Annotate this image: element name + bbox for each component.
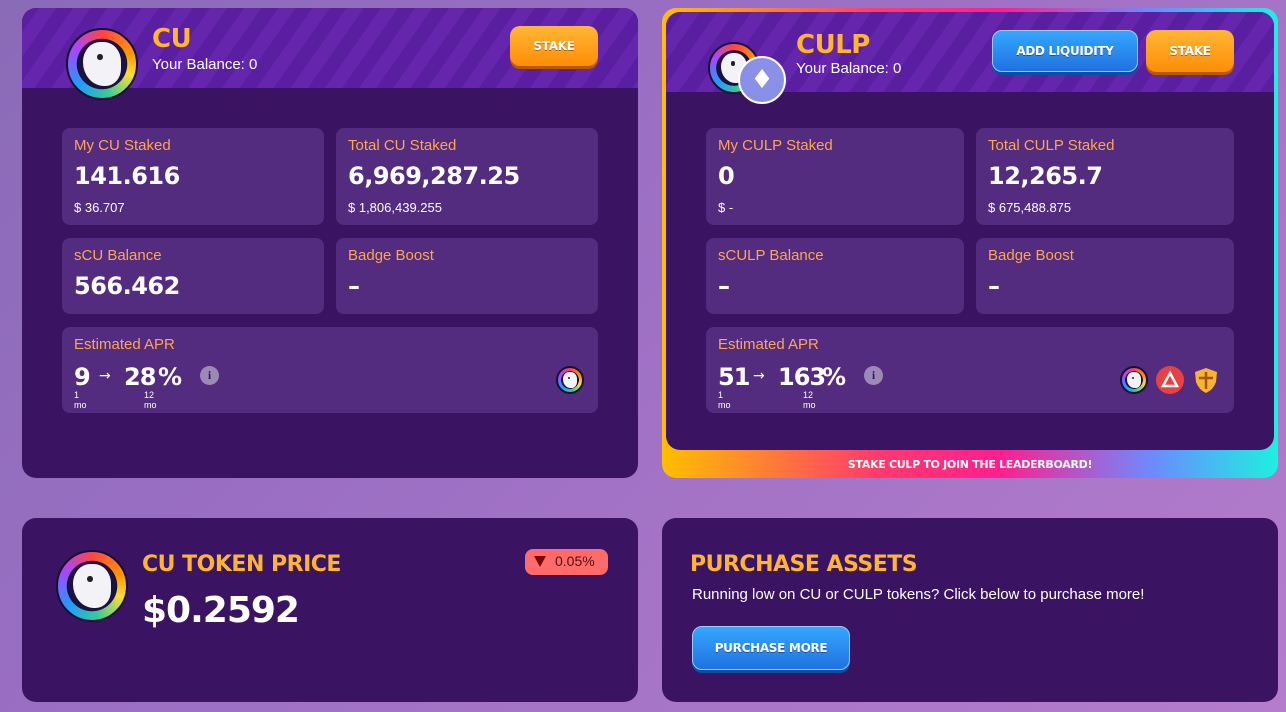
culp-badge-boost-label: Badge Boost [988,247,1074,264]
culp-my-staked-card: My CULP Staked 0 $ - [706,128,964,225]
culp-my-staked-usd: $ - [718,200,734,215]
culp-total-staked-value: 12,265.7 [988,162,1103,190]
price-change-badge: 0.05% [525,549,608,575]
culp-total-staked-usd: $ 675,488.875 [988,200,1072,215]
cu-staking-panel: CU Your Balance: 0 STAKE My CU Staked 14… [22,8,638,478]
culp-total-staked-card: Total CULP Staked 12,265.7 $ 675,488.875 [976,128,1234,225]
purchase-assets-panel: PURCHASE ASSETS Running low on CU or CUL… [662,518,1278,702]
culp-apr-from-period: 1 mo [718,390,731,410]
culp-staking-panel: ♦ CULP Your Balance: 0 ADD LIQUIDITY STA… [666,12,1274,450]
cu-my-staked-label: My CU Staked [74,137,171,154]
culp-apr-to-period: 12 mo [803,390,816,410]
add-liquidity-button[interactable]: ADD LIQUIDITY [992,30,1138,72]
price-value: $0.2592 [142,590,300,631]
cu-apr-to: 28 [124,363,156,391]
leaderboard-banner: STAKE CULP TO JOIN THE LEADERBOARD! [847,458,1093,471]
culp-apr-to: 163 [778,363,826,391]
scu-balance-card: sCU Balance 566.462 [62,238,324,314]
cu-balance: Your Balance: 0 [152,56,258,73]
price-title: CU TOKEN PRICE [142,552,341,577]
purchase-description: Running low on CU or CULP tokens? Click … [692,586,1145,603]
culp-apr-arrow: → [753,368,765,384]
cu-price-panel: CU TOKEN PRICE $0.2592 0.05% [22,518,638,702]
ethereum-icon: ♦ [738,56,786,104]
info-icon[interactable]: i [864,366,883,385]
shield-icon [1192,366,1220,394]
cu-title: CU [152,24,192,54]
cu-badge-boost-card: Badge Boost – [336,238,598,314]
culp-title: CULP [796,30,870,60]
purchase-title: PURCHASE ASSETS [690,552,918,577]
sculp-balance-value: – [718,272,730,300]
culp-apr-card: Estimated APR 51 → 163 % 1 mo 12 mo i [706,327,1234,413]
sculp-balance-label: sCULP Balance [718,247,824,264]
culp-apr-pct: % [822,363,846,391]
cu-apr-from: 9 [74,363,91,391]
scu-balance-value: 566.462 [74,272,180,300]
cu-reward-token-icon [1120,366,1148,394]
cu-apr-arrow: → [99,368,111,384]
culp-total-staked-label: Total CULP Staked [988,137,1115,154]
cu-stake-button[interactable]: STAKE [510,26,598,66]
cu-apr-label: Estimated APR [74,336,175,353]
cu-apr-card: Estimated APR 9 → 28 % 1 mo 12 mo i [62,327,598,413]
cu-total-staked-value: 6,969,287.25 [348,162,520,190]
culp-balance: Your Balance: 0 [796,60,902,77]
culp-badge-boost-value: – [988,272,1000,300]
cu-my-staked-usd: $ 36.707 [74,200,125,215]
culp-apr-label: Estimated APR [718,336,819,353]
cu-badge-boost-label: Badge Boost [348,247,434,264]
culp-badge-boost-card: Badge Boost – [976,238,1234,314]
culp-my-staked-value: 0 [718,162,735,190]
cu-apr-to-period: 12 mo [144,390,157,410]
sculp-balance-card: sCULP Balance – [706,238,964,314]
cu-token-icon [66,28,138,100]
culp-apr-from: 51 [718,363,750,391]
arrow-down-icon [534,556,546,567]
cu-reward-token-icon [556,366,584,394]
avalanche-icon [1156,366,1184,394]
info-icon[interactable]: i [200,366,219,385]
cu-total-staked-label: Total CU Staked [348,137,457,154]
culp-stake-button[interactable]: STAKE [1146,30,1234,72]
cu-my-staked-value: 141.616 [74,162,180,190]
cu-apr-pct: % [158,363,182,391]
culp-my-staked-label: My CULP Staked [718,137,833,154]
purchase-more-button[interactable]: PURCHASE MORE [692,626,850,670]
cu-my-staked-card: My CU Staked 141.616 $ 36.707 [62,128,324,225]
cu-apr-from-period: 1 mo [74,390,87,410]
cu-badge-boost-value: – [348,272,360,300]
price-change-value: 0.05% [555,553,595,569]
cu-token-icon [56,550,128,622]
scu-balance-label: sCU Balance [74,247,162,264]
cu-total-staked-card: Total CU Staked 6,969,287.25 $ 1,806,439… [336,128,598,225]
cu-total-staked-usd: $ 1,806,439.255 [348,200,442,215]
